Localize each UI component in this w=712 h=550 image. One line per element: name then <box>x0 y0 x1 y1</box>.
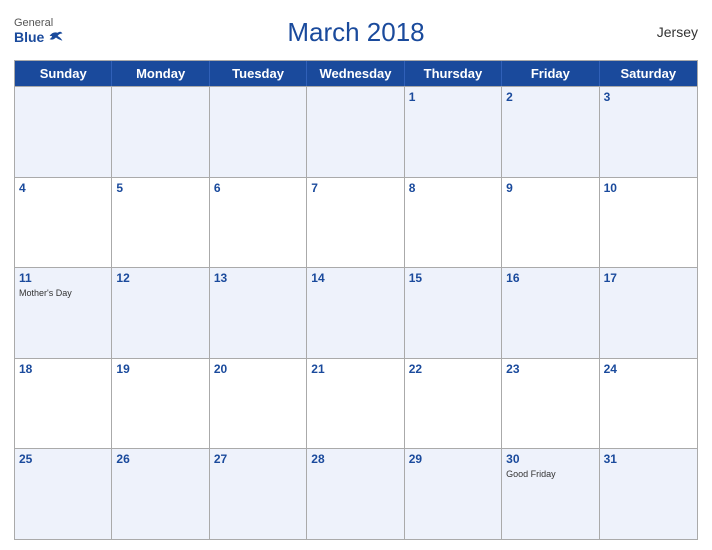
week-row-3: 11Mother's Day121314151617 <box>15 267 697 358</box>
day-number: 31 <box>604 452 693 468</box>
day-cell <box>112 87 209 177</box>
day-number: 5 <box>116 181 204 197</box>
day-cell: 19 <box>112 359 209 449</box>
week-row-4: 18 19 20 21 22 23 24 <box>15 358 697 449</box>
day-cell: 14 <box>307 268 404 358</box>
day-number: 3 <box>604 90 693 106</box>
day-cell: 28 <box>307 449 404 539</box>
day-cell: 17 <box>600 268 697 358</box>
day-cell: 18 <box>15 359 112 449</box>
calendar-grid: SundayMondayTuesdayWednesdayThursdayFrid… <box>14 60 698 540</box>
day-event: Good Friday <box>506 469 594 480</box>
day-cell: 21 <box>307 359 404 449</box>
day-number: 13 <box>214 271 302 287</box>
day-number: 24 <box>604 362 693 378</box>
day-header-friday: Friday <box>502 61 599 86</box>
day-cell: 4 <box>15 178 112 268</box>
day-cell: 29 <box>405 449 502 539</box>
day-number: 4 <box>19 181 107 197</box>
day-header-wednesday: Wednesday <box>307 61 404 86</box>
day-cell: 22 <box>405 359 502 449</box>
day-number: 21 <box>311 362 399 378</box>
day-cell: 8 <box>405 178 502 268</box>
day-cell: 31 <box>600 449 697 539</box>
day-cell: 5 <box>112 178 209 268</box>
day-number: 22 <box>409 362 497 378</box>
logo-general: General <box>14 17 53 29</box>
day-number: 27 <box>214 452 302 468</box>
logo-bird-icon <box>48 29 64 43</box>
day-cell: 12 <box>112 268 209 358</box>
calendar-body: 1234567891011Mother's Day121314151617181… <box>15 86 697 539</box>
week-row-5: 25 26 27 28 29 30Good Friday 31 <box>15 448 697 539</box>
day-number: 8 <box>409 181 497 197</box>
day-number: 30 <box>506 452 594 468</box>
day-header-monday: Monday <box>112 61 209 86</box>
day-cell: 7 <box>307 178 404 268</box>
day-header-saturday: Saturday <box>600 61 697 86</box>
day-number: 2 <box>506 90 594 106</box>
day-number: 25 <box>19 452 107 468</box>
day-cell: 23 <box>502 359 599 449</box>
day-header-thursday: Thursday <box>405 61 502 86</box>
day-number: 17 <box>604 271 693 287</box>
day-number: 18 <box>19 362 107 378</box>
day-number: 7 <box>311 181 399 197</box>
day-cell: 24 <box>600 359 697 449</box>
day-header-sunday: Sunday <box>15 61 112 86</box>
day-number: 12 <box>116 271 204 287</box>
day-number: 6 <box>214 181 302 197</box>
day-event: Mother's Day <box>19 288 107 299</box>
day-number: 26 <box>116 452 204 468</box>
day-cell: 1 <box>405 87 502 177</box>
page-header: General Blue March 2018 Jersey <box>14 10 698 54</box>
day-cell <box>210 87 307 177</box>
day-headers-row: SundayMondayTuesdayWednesdayThursdayFrid… <box>15 61 697 86</box>
day-header-tuesday: Tuesday <box>210 61 307 86</box>
day-number: 11 <box>19 271 107 287</box>
day-cell <box>307 87 404 177</box>
day-number: 19 <box>116 362 204 378</box>
day-number: 15 <box>409 271 497 287</box>
day-number: 1 <box>409 90 497 106</box>
day-cell: 20 <box>210 359 307 449</box>
day-cell: 3 <box>600 87 697 177</box>
week-row-2: 456789 10 <box>15 177 697 268</box>
day-cell: 25 <box>15 449 112 539</box>
logo: General Blue <box>14 17 53 47</box>
page-title: March 2018 <box>287 17 424 48</box>
day-number: 29 <box>409 452 497 468</box>
day-number: 10 <box>604 181 693 197</box>
day-cell: 26 <box>112 449 209 539</box>
day-cell: 9 <box>502 178 599 268</box>
calendar-page: General Blue March 2018 Jersey SundayMon… <box>0 0 712 550</box>
day-cell: 6 <box>210 178 307 268</box>
day-cell: 16 <box>502 268 599 358</box>
day-cell <box>15 87 112 177</box>
day-cell: 30Good Friday <box>502 449 599 539</box>
logo-blue: Blue <box>14 29 44 45</box>
day-cell: 27 <box>210 449 307 539</box>
day-cell: 10 <box>600 178 697 268</box>
day-cell: 15 <box>405 268 502 358</box>
day-number: 14 <box>311 271 399 287</box>
day-cell: 13 <box>210 268 307 358</box>
day-cell: 2 <box>502 87 599 177</box>
day-cell: 11Mother's Day <box>15 268 112 358</box>
day-number: 9 <box>506 181 594 197</box>
day-number: 20 <box>214 362 302 378</box>
day-number: 28 <box>311 452 399 468</box>
week-row-1: 123 <box>15 86 697 177</box>
day-number: 16 <box>506 271 594 287</box>
day-number: 23 <box>506 362 594 378</box>
region-label: Jersey <box>657 24 698 40</box>
